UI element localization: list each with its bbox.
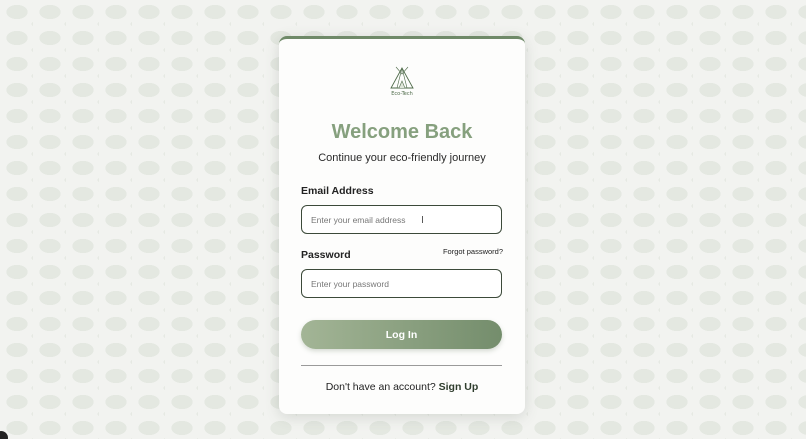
login-card: Eco-Tech Welcome Back Continue your eco-…: [279, 36, 525, 414]
forgot-password-link[interactable]: Forgot password?: [443, 247, 503, 256]
email-label: Email Address: [301, 185, 374, 197]
page-title: Welcome Back: [331, 121, 473, 143]
corner-avatar-icon: [0, 431, 8, 439]
logo-text: Eco-Tech: [391, 91, 413, 97]
password-label: Password: [301, 249, 351, 261]
email-field[interactable]: [301, 205, 502, 234]
page-subtitle: Continue your eco-friendly journey: [318, 152, 486, 164]
tent-logo-icon: [390, 66, 414, 89]
text-cursor-icon: I: [421, 215, 424, 226]
signup-prompt: Don't have an account? Sign Up: [279, 381, 525, 393]
signup-prompt-text: Don't have an account?: [325, 381, 436, 393]
brand-logo: Eco-Tech: [385, 65, 419, 99]
login-button[interactable]: Log In: [301, 320, 502, 349]
signup-link[interactable]: Sign Up: [439, 381, 479, 393]
divider: [301, 365, 502, 366]
password-field[interactable]: [301, 269, 502, 298]
